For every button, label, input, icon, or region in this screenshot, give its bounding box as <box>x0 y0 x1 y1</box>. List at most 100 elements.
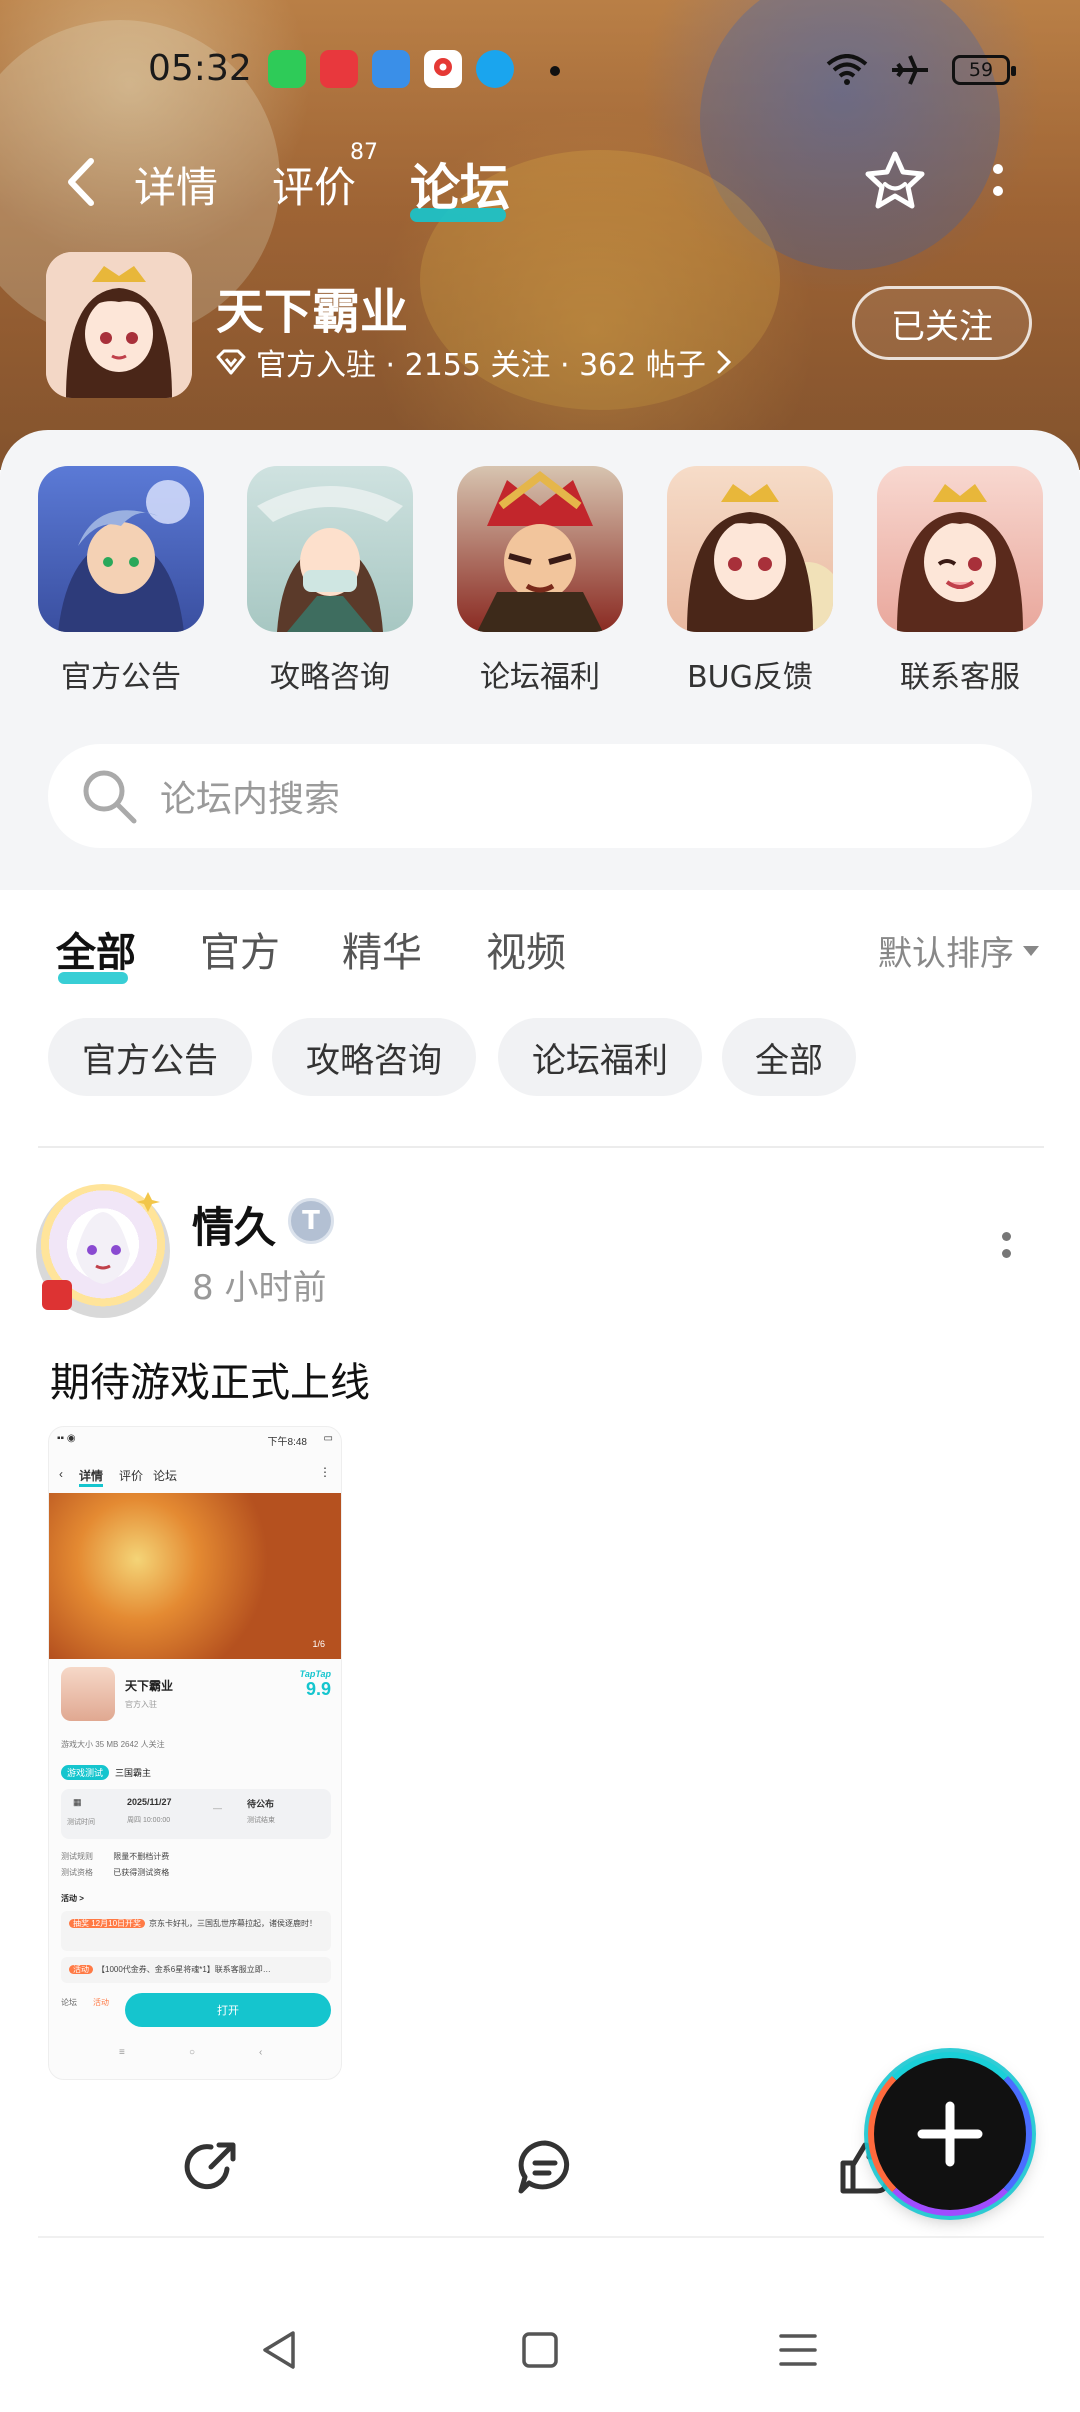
forum-shortcuts-panel: 官方公告 攻略咨询 论坛福利 BUG反馈 联系客服 论坛内搜索 <box>0 430 1080 890</box>
image-nav: ‹ 详情 评价 论坛 ⋮ <box>49 1461 341 1491</box>
triangle-back-icon <box>263 2331 295 2369</box>
image-qual-label: 测试资格 <box>61 1868 93 1877</box>
image-tab-forum: 论坛 <box>153 1469 178 1483</box>
image-back-icon: ‹ <box>259 2047 263 2058</box>
news-app-icon <box>320 50 358 88</box>
author-level-badge: T <box>288 1198 334 1244</box>
shortcut-thumb <box>247 466 413 632</box>
image-status-bar: ▪▪ ◉ 下午8:48 ▭ <box>49 1431 341 1449</box>
game-meta[interactable]: 官方入驻 · 2155 关注 · 362 帖子 <box>216 340 732 384</box>
post-title[interactable]: 期待游戏正式上线 <box>50 1350 370 1408</box>
qq-icon <box>476 50 514 88</box>
share-icon <box>184 2142 236 2190</box>
image-activity-1-pill: 抽奖 12月10日开奖 <box>69 1919 146 1928</box>
image-banner <box>49 1493 341 1659</box>
comment-button[interactable] <box>512 2134 578 2200</box>
post-image[interactable]: ▪▪ ◉ 下午8:48 ▭ ‹ 详情 评价 论坛 ⋮ 1/6 天下霸业 官方入驻… <box>48 1426 342 2080</box>
maps-icon <box>424 50 462 88</box>
image-score: TapTap 9.9 <box>300 1669 331 1700</box>
battery-icon: 59 <box>952 55 1016 85</box>
game-stats: 官方入驻 · 2155 关注 · 362 帖子 <box>256 348 706 383</box>
notification-dot <box>550 66 560 76</box>
image-status-time: 下午8:48 <box>267 1437 307 1448</box>
image-tag-row: 游戏测试 三国霸主 <box>61 1765 151 1780</box>
caret-down-icon <box>1023 945 1039 956</box>
image-activity-2-text: 【1000代金券、金系6星将魂*1】联系客服立即… <box>97 1965 271 1974</box>
calendar-icon: ▦ <box>73 1797 82 1807</box>
shortcut-label: BUG反馈 <box>687 660 813 695</box>
weather-icon <box>372 50 410 88</box>
image-gift-icon: 活动 <box>93 1998 109 2007</box>
image-page-indicator: 1/6 <box>312 1639 325 1649</box>
dot-icon <box>993 186 1003 196</box>
chip-all[interactable]: 全部 <box>722 1018 856 1096</box>
sort-dropdown[interactable]: 默认排序 <box>878 926 1040 975</box>
shortcut-label: 攻略咨询 <box>270 660 390 695</box>
image-activity-1-text: 京东卡好礼，三国乱世序幕拉起，诸侯逐鹿时！ <box>149 1919 318 1928</box>
post-filter-tabs: 全部 官方 精华 视频 默认排序 <box>0 890 1080 1010</box>
shortcut-welfare[interactable]: 论坛福利 <box>455 466 625 696</box>
tab-reviews[interactable]: 评价 <box>272 154 356 215</box>
post-more-button[interactable] <box>996 1232 1016 1272</box>
shortcut-bug-report[interactable]: BUG反馈 <box>665 466 835 696</box>
shortcut-label: 论坛福利 <box>480 660 600 695</box>
image-score-value: 9.9 <box>305 1679 331 1699</box>
author-name[interactable]: 情久 <box>192 1194 276 1255</box>
tab-forum[interactable]: 论坛 <box>410 148 510 220</box>
image-tag-pill: 游戏测试 <box>61 1765 110 1780</box>
chevron-right-icon <box>717 350 732 374</box>
filter-tab-video[interactable]: 视频 <box>486 920 566 978</box>
dash-icon: — <box>213 1803 222 1813</box>
shortcut-guides[interactable]: 攻略咨询 <box>245 466 415 696</box>
image-game-avatar <box>61 1667 115 1721</box>
filter-tab-all[interactable]: 全部 <box>56 920 136 978</box>
shortcut-customer-service[interactable]: 联系客服 <box>875 466 1045 696</box>
share-button[interactable] <box>178 2134 244 2200</box>
filter-tab-featured[interactable]: 精华 <box>342 920 422 978</box>
system-home-button[interactable] <box>510 2320 570 2380</box>
system-back-button[interactable] <box>250 2320 310 2380</box>
create-post-button[interactable] <box>868 2052 1032 2216</box>
more-options-button[interactable] <box>980 150 1016 210</box>
chip-welfare[interactable]: 论坛福利 <box>498 1018 702 1096</box>
image-rule-value: 限量不删档计费 <box>113 1852 170 1861</box>
star-icon <box>865 151 925 209</box>
shortcut-official-notice[interactable]: 官方公告 <box>36 466 206 696</box>
search-placeholder: 论坛内搜索 <box>160 779 341 820</box>
chip-official-notice[interactable]: 官方公告 <box>48 1018 252 1096</box>
image-home-icon: ○ <box>189 2047 196 2058</box>
image-activity-2: 活动 【1000代金券、金系6星将魂*1】联系客服立即… <box>61 1957 331 1983</box>
dot-icon <box>1001 1232 1011 1241</box>
image-tab-details: 详情 <box>79 1467 104 1487</box>
tab-details[interactable]: 详情 <box>134 154 218 215</box>
image-test-end-label: 测试结束 <box>247 1817 275 1824</box>
follow-button[interactable]: 已关注 <box>852 286 1032 360</box>
status-time: 05:32 <box>148 48 252 89</box>
shortcut-thumb <box>667 466 833 632</box>
forum-search-input[interactable]: 论坛内搜索 <box>48 744 1032 848</box>
post-time: 8 小时前 <box>192 1268 327 1308</box>
status-bar: 05:32 59 <box>0 40 1080 100</box>
game-title: 天下霸业 <box>216 284 409 340</box>
back-button[interactable] <box>55 152 105 212</box>
filter-tab-official[interactable]: 官方 <box>200 920 280 978</box>
image-more-icon: ⋮ <box>319 1465 331 1479</box>
post-divider <box>38 2236 1044 2238</box>
reviews-count-badge: 87 <box>350 140 378 165</box>
image-forum-icon: 论坛 <box>61 1998 77 2007</box>
image-test-end: 待公布 <box>247 1799 275 1809</box>
game-avatar[interactable] <box>46 252 192 398</box>
chip-guides[interactable]: 攻略咨询 <box>272 1018 476 1096</box>
system-menu-button[interactable] <box>768 2320 828 2380</box>
author-avatar[interactable] <box>36 1184 170 1318</box>
wifi-icon <box>826 54 868 85</box>
image-activity-1: 抽奖 12月10日开奖 京东卡好礼，三国乱世序幕拉起，诸侯逐鹿时！ <box>61 1911 331 1951</box>
shortcut-thumb <box>38 466 204 632</box>
app-store-icon <box>268 50 306 88</box>
dot-icon <box>993 164 1003 174</box>
image-open-button: 打开 <box>125 1993 331 2027</box>
image-test-weekday: 周四 10:00:00 <box>127 1817 171 1824</box>
signal-icon: ▪▪ ◉ <box>57 1433 76 1444</box>
chevron-left-icon <box>68 158 94 206</box>
favorite-button[interactable] <box>862 148 928 214</box>
